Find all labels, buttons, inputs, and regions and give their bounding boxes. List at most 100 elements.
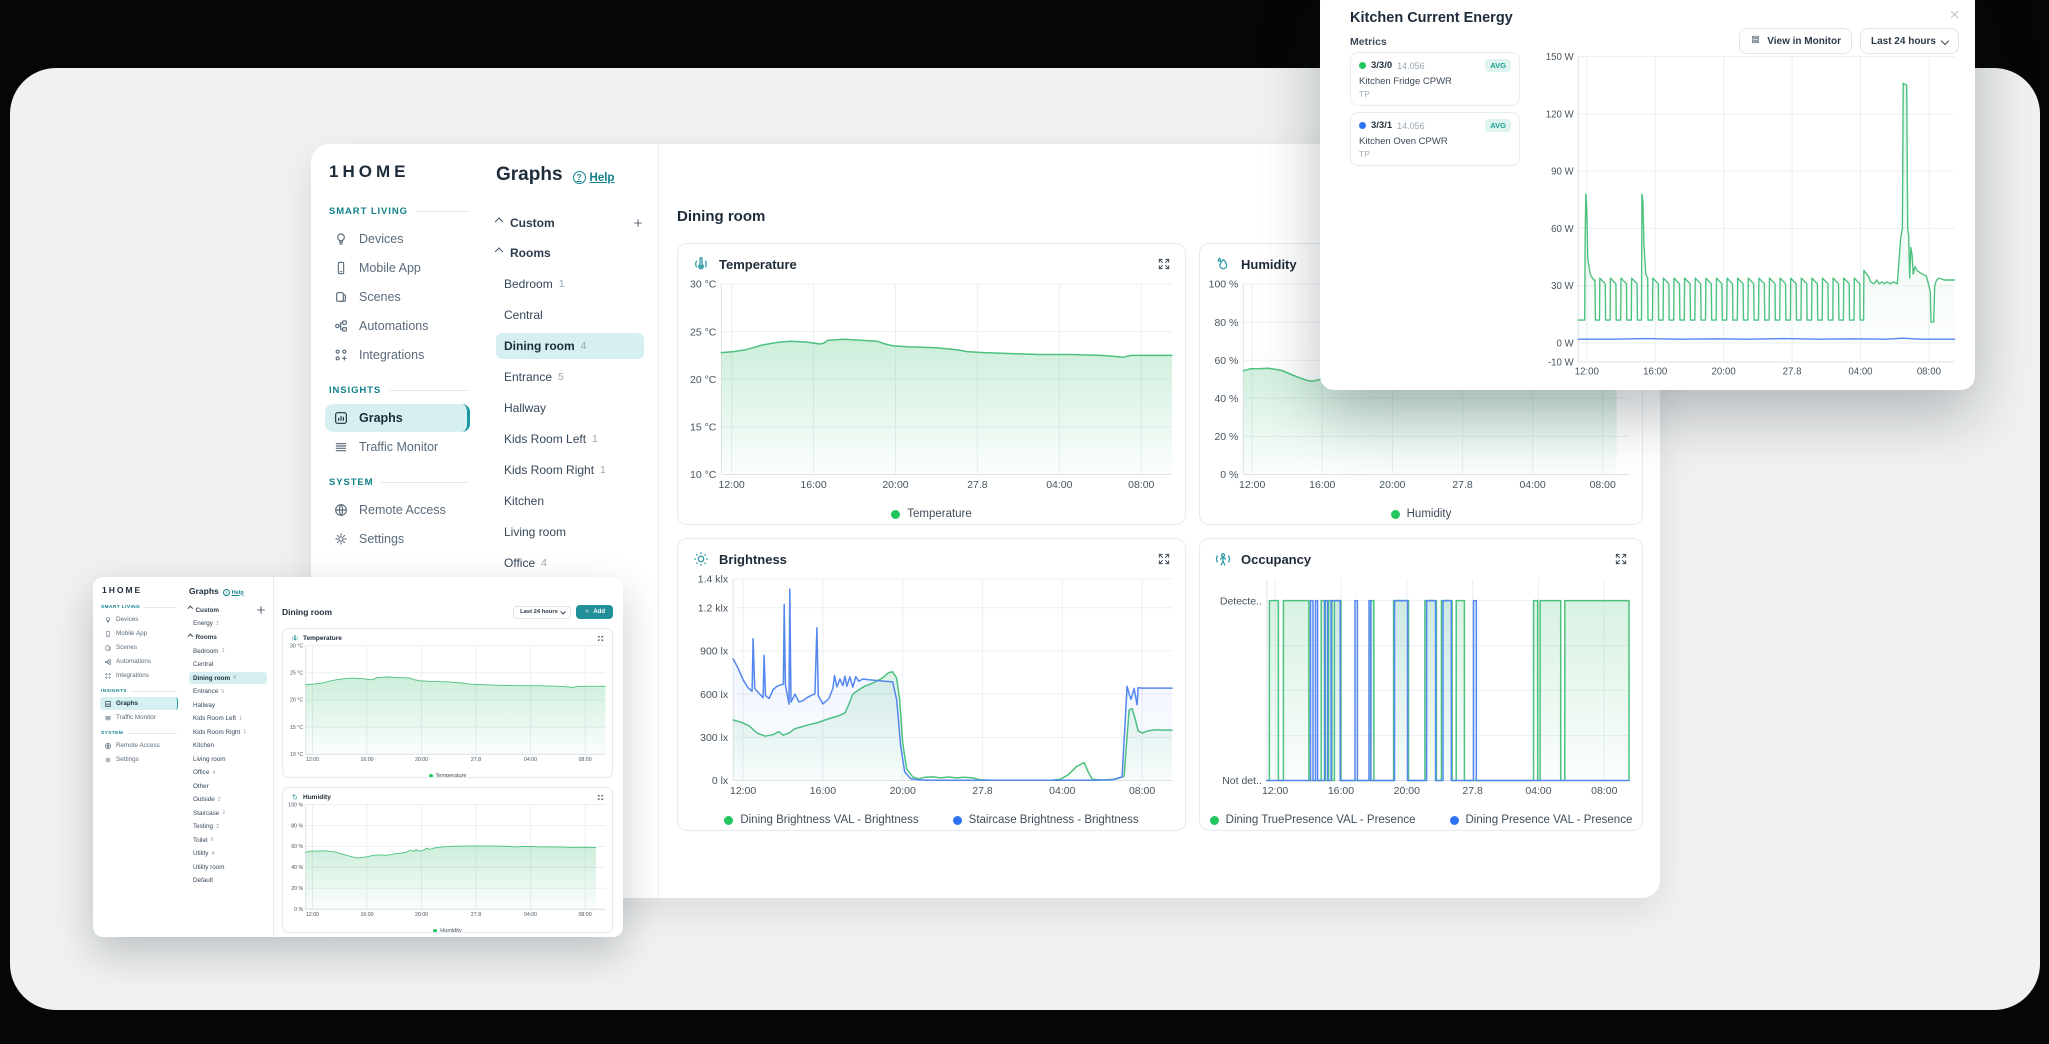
sidebar-item-label: Graphs (116, 700, 139, 707)
room-item-central[interactable]: Central (189, 659, 267, 671)
add-graph-button[interactable]: Add (576, 605, 613, 619)
svg-text:Not det..: Not det.. (1222, 775, 1262, 787)
room-item-central[interactable]: Central (496, 302, 644, 328)
view-in-monitor-button[interactable]: View in Monitor (1739, 28, 1852, 54)
room-item-hallway[interactable]: Hallway (496, 395, 644, 421)
legend-item: Temperature (428, 773, 466, 777)
add-custom-graph-button[interactable] (632, 217, 644, 229)
svg-text:Detecte..: Detecte.. (1220, 595, 1262, 607)
svg-text:04:00: 04:00 (524, 757, 537, 763)
room-item-toilet[interactable]: Toilet 6 (189, 834, 267, 846)
sidebar-item-devices[interactable]: Devices (100, 613, 178, 626)
room-item-testing[interactable]: Testing 2 (189, 821, 267, 833)
room-item-entrance[interactable]: Entrance 5 (189, 686, 267, 698)
svg-text:0 lx: 0 lx (712, 775, 729, 787)
room-item-kids-room-left[interactable]: Kids Room Left 1 (189, 713, 267, 725)
room-item-kids-room-right[interactable]: Kids Room Right 1 (496, 457, 644, 483)
add-custom-graph-button[interactable] (255, 604, 267, 616)
sidebar-item-remote-access[interactable]: Remote Access (325, 496, 470, 524)
rooms-group-rooms[interactable]: Rooms (188, 632, 267, 644)
room-item-office[interactable]: Office 4 (189, 767, 267, 779)
room-item-energy[interactable]: Energy 1 (189, 618, 267, 630)
occupancy-icon (1214, 550, 1232, 568)
svg-text:900 lx: 900 lx (700, 646, 729, 658)
sidebar-item-integrations[interactable]: Integrations (100, 669, 178, 682)
svg-text:16:00: 16:00 (1309, 479, 1335, 491)
metric-card[interactable]: 3/3/1 14.056 AVG Kitchen Oven CPWR TP (1350, 112, 1520, 166)
svg-text:27.8: 27.8 (471, 912, 481, 918)
rooms-group-custom[interactable]: Custom (188, 604, 267, 616)
sidebar-item-mobile-app[interactable]: Mobile App (325, 254, 470, 282)
sidebar-item-devices[interactable]: Devices (325, 225, 470, 253)
svg-text:600 lx: 600 lx (700, 689, 729, 701)
time-range-select[interactable]: Last 24 hours (1859, 28, 1959, 54)
room-item-living-room[interactable]: Living room (189, 753, 267, 765)
expand-icon[interactable] (597, 794, 604, 801)
room-item-office[interactable]: Office 4 (496, 550, 644, 576)
room-item-kids-room-right[interactable]: Kids Room Right 1 (189, 726, 267, 738)
room-item-other[interactable]: Other (189, 780, 267, 792)
sidebar-item-label: Traffic Monitor (116, 714, 156, 721)
expand-icon[interactable] (1614, 552, 1628, 566)
room-item-bedroom[interactable]: Bedroom 1 (496, 271, 644, 297)
sidebar-item-traffic-monitor[interactable]: Traffic Monitor (325, 433, 470, 461)
rooms-group-custom[interactable]: Custom (494, 210, 644, 236)
room-item-kids-room-left[interactable]: Kids Room Left 1 (496, 426, 644, 452)
room-count: 4 (233, 675, 237, 681)
sidebar-item-automations[interactable]: Automations (100, 655, 178, 668)
legend-dot (891, 509, 901, 519)
sidebar-item-scenes[interactable]: Scenes (100, 641, 178, 654)
help-link[interactable]: Help (572, 171, 614, 184)
room-item-kitchen[interactable]: Kitchen (189, 740, 267, 752)
room-count: 1 (558, 278, 565, 290)
svg-text:16:00: 16:00 (1328, 785, 1354, 797)
sidebar-item-remote-access[interactable]: Remote Access (100, 739, 178, 752)
expand-icon[interactable] (1157, 257, 1171, 271)
legend-item: Humidity (1390, 508, 1451, 520)
room-item-entrance[interactable]: Entrance 5 (496, 364, 644, 390)
metric-value: 14.056 (1397, 60, 1425, 71)
sidebar-item-automations[interactable]: Automations (325, 312, 470, 340)
chevron-up-icon (188, 633, 194, 639)
room-item-outside[interactable]: Outside 2 (189, 794, 267, 806)
svg-text:12:00: 12:00 (730, 785, 756, 797)
sidebar-item-settings[interactable]: Settings (100, 753, 178, 766)
occupancy-chart: 12:00 16:00 20:00 27.8 04:00 08:00 Detecte.. No… (1204, 574, 1636, 805)
svg-text:30 °C: 30 °C (290, 643, 303, 649)
rooms-group-rooms[interactable]: Rooms (494, 240, 644, 266)
sidebar-item-graphs[interactable]: Graphs (325, 404, 470, 432)
room-item-utility-room[interactable]: Utility room (189, 861, 267, 873)
main-nav: SMART LIVING Devices Mobile App Scenes Autom… (325, 206, 470, 553)
svg-text:100 %: 100 % (288, 802, 303, 808)
sidebar-item-traffic-monitor[interactable]: Traffic Monitor (100, 711, 178, 724)
sidebar-item-settings[interactable]: Settings (325, 525, 470, 553)
svg-text:10 °C: 10 °C (290, 752, 303, 758)
chevron-up-icon (494, 247, 504, 256)
metric-card[interactable]: 3/3/0 14.056 AVG Kitchen Fridge CPWR TP (1350, 52, 1520, 106)
mini-humidity-chart: 12:00 16:00 20:00 27.8 04:00 08:00 100 % 80 % 60… (286, 802, 609, 924)
svg-text:08:00: 08:00 (1917, 366, 1941, 377)
room-item-staircase[interactable]: Staircase 2 (189, 807, 267, 819)
kitchen-energy-overlay: Kitchen Current Energy Metrics 3/3/0 14.… (1320, 0, 1975, 390)
sidebar-item-graphs[interactable]: Graphs (100, 697, 178, 710)
room-item-utility[interactable]: Utility 4 (189, 848, 267, 860)
sidebar-item-integrations[interactable]: Integrations (325, 341, 470, 369)
expand-icon[interactable] (597, 635, 604, 642)
expand-icon[interactable] (1157, 552, 1171, 566)
room-item-default[interactable]: Default (189, 875, 267, 887)
close-icon[interactable] (1948, 8, 1961, 21)
svg-text:16:00: 16:00 (810, 785, 836, 797)
room-item-living-room[interactable]: Living room (496, 519, 644, 545)
help-link[interactable]: Help (222, 589, 244, 596)
svg-text:150 W: 150 W (1546, 52, 1575, 63)
room-item-dining-room[interactable]: Dining room 4 (189, 672, 267, 684)
room-item-kitchen[interactable]: Kitchen (496, 488, 644, 514)
room-item-hallway[interactable]: Hallway (189, 699, 267, 711)
sidebar-item-mobile-app[interactable]: Mobile App (100, 627, 178, 640)
room-item-bedroom[interactable]: Bedroom 1 (189, 645, 267, 657)
time-range-select[interactable]: Last 24 hours (513, 605, 572, 619)
sidebar-item-scenes[interactable]: Scenes (325, 283, 470, 311)
room-item-dining-room[interactable]: Dining room 4 (496, 333, 644, 359)
sidebar-item-label: Integrations (359, 348, 425, 362)
help-icon (222, 589, 230, 596)
